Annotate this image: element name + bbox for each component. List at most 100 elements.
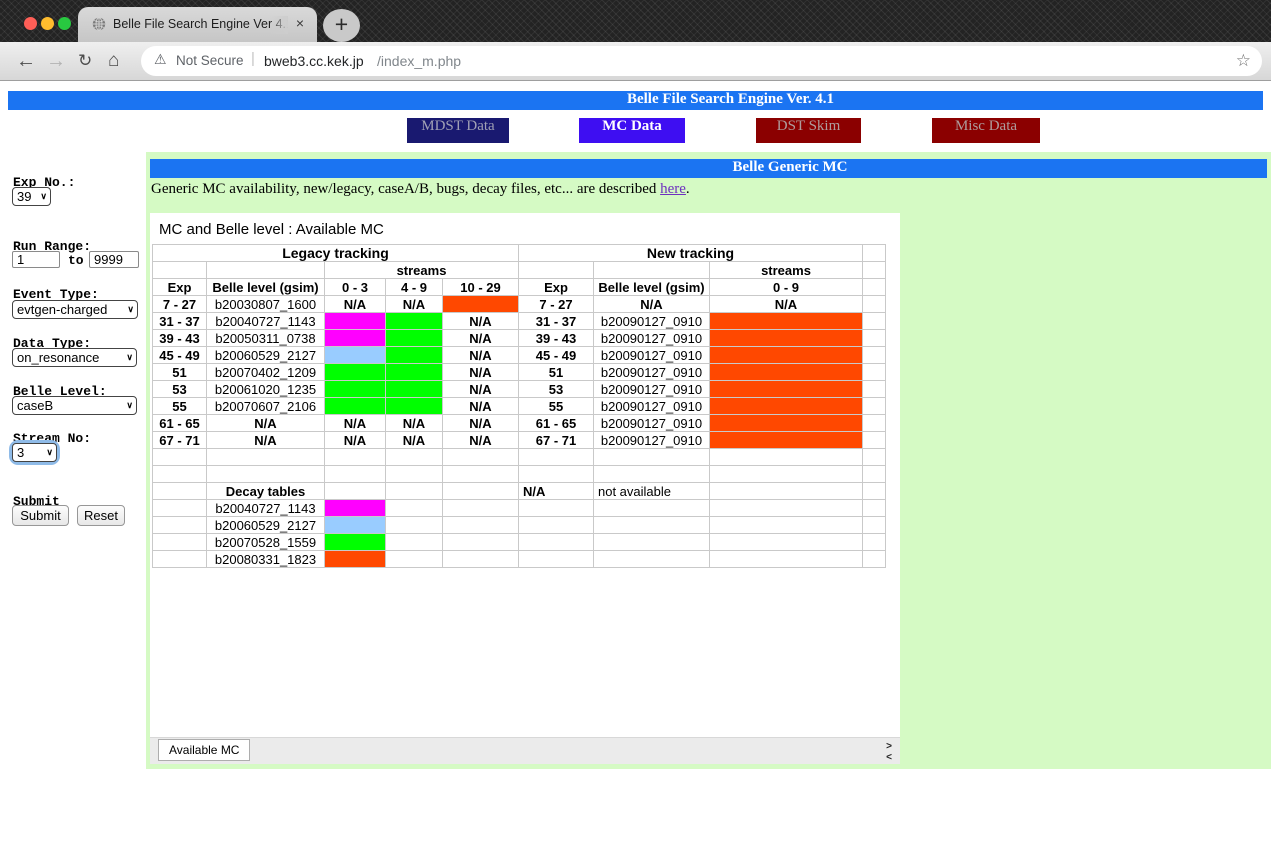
sheet-tab-available-mc[interactable]: Available MC — [158, 739, 250, 761]
grid-cell: 67 - 71 — [519, 432, 594, 449]
url-divider: | — [251, 50, 255, 67]
grid-cell — [519, 449, 594, 466]
grid-cell — [519, 551, 594, 568]
availability-cell — [443, 296, 519, 313]
availability-cell — [710, 330, 863, 347]
grid-cell — [863, 483, 886, 500]
tab-title-fade — [270, 16, 288, 34]
event-type-select[interactable]: evtgen-charged — [12, 300, 138, 319]
nav-button-misc-data[interactable]: Misc Data — [932, 118, 1040, 143]
grid-cell — [863, 313, 886, 330]
grid-cell: N/A — [443, 330, 519, 347]
grid-cell: N/A — [386, 415, 443, 432]
grid-cell — [443, 449, 519, 466]
back-button[interactable]: ← — [16, 47, 36, 75]
mc-grid: Legacy trackingNew trackingstreamsstream… — [152, 244, 886, 568]
availability-cell — [386, 347, 443, 364]
grid-cell — [153, 449, 207, 466]
grid-cell: N/A — [443, 381, 519, 398]
mc-section-heading: Belle Generic MC — [150, 159, 1267, 178]
grid-cell: N/A — [325, 415, 386, 432]
nav-button-mc-data[interactable]: MC Data — [579, 118, 685, 143]
window-zoom-button[interactable] — [58, 17, 71, 30]
stream-no-select-wrap: 3 ∨ — [12, 443, 57, 462]
grid-cell: b20061020_1235 — [207, 381, 325, 398]
grid-cell: N/A — [386, 432, 443, 449]
reset-button[interactable]: Reset — [77, 505, 125, 526]
grid-cell — [863, 364, 886, 381]
browser-toolbar: ← → ↻ ⌂ ⚠ Not Secure | bweb3.cc.kek.jp /… — [0, 42, 1271, 81]
availability-cell — [710, 415, 863, 432]
data-type-select-wrap: on_resonance ∨ — [12, 348, 137, 367]
submit-button[interactable]: Submit — [12, 505, 69, 526]
nav-button-mdst-data[interactable]: MDST Data — [407, 118, 509, 143]
window-minimize-button[interactable] — [41, 17, 54, 30]
grid-cell: 31 - 37 — [519, 313, 594, 330]
grid-cell — [863, 432, 886, 449]
grid-cell: streams — [710, 262, 863, 279]
availability-panel: MC and Belle level : Available MC Legacy… — [150, 213, 900, 763]
exp-no-select[interactable]: 39 — [12, 187, 51, 206]
grid-cell — [153, 551, 207, 568]
reload-button[interactable]: ↻ — [78, 47, 92, 75]
grid-cell: N/A — [443, 347, 519, 364]
grid-cell — [386, 517, 443, 534]
nav-button-dst-skim[interactable]: DST Skim — [756, 118, 861, 143]
grid-cell: b20040727_1143 — [207, 500, 325, 517]
grid-cell — [863, 296, 886, 313]
grid-cell — [153, 466, 207, 483]
forward-button[interactable]: → — [46, 47, 66, 75]
availability-cell — [325, 500, 386, 517]
grid-cell — [594, 551, 710, 568]
grid-cell — [594, 466, 710, 483]
availability-cell — [325, 330, 386, 347]
grid-cell — [863, 398, 886, 415]
grid-cell — [443, 517, 519, 534]
availability-cell — [325, 534, 386, 551]
grid-cell — [207, 449, 325, 466]
grid-cell: N/A — [519, 483, 594, 500]
belle-level-select[interactable]: caseB — [12, 396, 137, 415]
grid-cell: N/A — [386, 296, 443, 313]
grid-cell — [386, 551, 443, 568]
grid-cell: N/A — [443, 415, 519, 432]
grid-cell: N/A — [443, 313, 519, 330]
page-banner: Belle File Search Engine Ver. 4.1 — [8, 91, 1263, 110]
grid-cell — [863, 262, 886, 279]
grid-cell: N/A — [207, 432, 325, 449]
run-from-input[interactable] — [12, 251, 60, 268]
grid-cell: b20030807_1600 — [207, 296, 325, 313]
grid-cell: b20090127_0910 — [594, 330, 710, 347]
scroll-left-button[interactable]: < — [886, 752, 892, 763]
tab-close-icon[interactable]: × — [292, 15, 308, 31]
grid-cell: Legacy tracking — [153, 245, 519, 262]
grid-cell — [153, 262, 207, 279]
grid-cell: Belle level (gsim) — [207, 279, 325, 296]
grid-cell: b20090127_0910 — [594, 398, 710, 415]
grid-cell: b20060529_2127 — [207, 517, 325, 534]
data-type-select[interactable]: on_resonance — [12, 348, 137, 367]
address-bar[interactable]: ⚠ Not Secure | bweb3.cc.kek.jp /index_m.… — [141, 46, 1262, 76]
new-tab-button[interactable]: + — [323, 9, 360, 42]
grid-cell — [863, 534, 886, 551]
grid-cell — [863, 415, 886, 432]
availability-cell — [386, 330, 443, 347]
grid-cell: 0 - 9 — [710, 279, 863, 296]
event-type-select-wrap: evtgen-charged ∨ — [12, 300, 138, 319]
here-link[interactable]: here — [660, 181, 686, 197]
bookmark-star-icon[interactable]: ☆ — [1236, 51, 1251, 71]
scroll-right-button[interactable]: > — [886, 741, 892, 752]
grid-cell: N/A — [443, 364, 519, 381]
page-title: Belle File Search Engine Ver. 4.1 — [8, 91, 1263, 110]
url-host: bweb3.cc.kek.jp — [264, 53, 364, 69]
grid-cell: N/A — [443, 398, 519, 415]
availability-cell — [710, 347, 863, 364]
run-to-input[interactable] — [89, 251, 139, 268]
home-button[interactable]: ⌂ — [108, 47, 119, 75]
grid-cell: 67 - 71 — [153, 432, 207, 449]
grid-cell: b20050311_0738 — [207, 330, 325, 347]
stream-no-select[interactable]: 3 — [12, 443, 57, 462]
grid-cell — [863, 245, 886, 262]
window-close-button[interactable] — [24, 17, 37, 30]
browser-tab[interactable]: Belle File Search Engine Ver 4.1 × — [78, 7, 317, 42]
